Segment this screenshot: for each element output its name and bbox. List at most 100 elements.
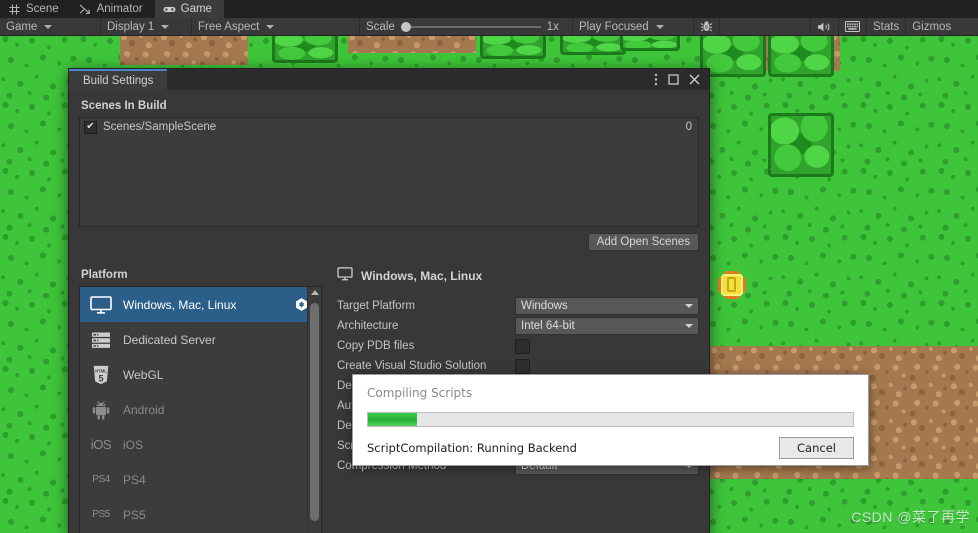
scale-slider-handle[interactable] bbox=[400, 21, 411, 32]
platform-label: Platform bbox=[81, 269, 128, 281]
window-controls bbox=[654, 69, 709, 90]
play-mode-label: Play Focused bbox=[579, 20, 649, 33]
platform-item-label: Android bbox=[123, 402, 165, 417]
bush-sprite bbox=[768, 35, 834, 77]
scroll-up-icon[interactable] bbox=[310, 290, 319, 295]
property-label: Copy PDB files bbox=[337, 340, 415, 352]
chevron-down-icon bbox=[44, 24, 53, 29]
tab-scene-label: Scene bbox=[26, 3, 59, 15]
bush-sprite bbox=[560, 35, 626, 55]
server-icon bbox=[89, 331, 113, 349]
platform-settings-title: Windows, Mac, Linux bbox=[361, 268, 483, 283]
tab-game[interactable]: Game bbox=[154, 0, 224, 18]
bug-icon bbox=[700, 20, 713, 33]
scale-slider-group[interactable]: Scale 1x bbox=[360, 18, 573, 35]
platform-item-label: WebGL bbox=[123, 367, 164, 382]
close-icon[interactable] bbox=[689, 74, 700, 85]
scale-label: Scale bbox=[366, 20, 395, 33]
architecture-dropdown[interactable]: Intel 64-bit bbox=[515, 317, 699, 335]
copy-pdb-files-checkbox[interactable] bbox=[515, 338, 530, 354]
debug-toggle[interactable] bbox=[694, 18, 720, 35]
stats-button[interactable]: Stats bbox=[867, 18, 907, 35]
game-view-toolbar: Game Display 1 Free Aspect Scale 1x Play… bbox=[0, 18, 978, 36]
android-icon bbox=[89, 400, 113, 420]
scale-value: 1x bbox=[546, 20, 559, 33]
play-mode-dropdown[interactable]: Play Focused bbox=[573, 18, 694, 35]
chevron-down-icon bbox=[685, 324, 693, 328]
property-row-copy-pdb-files: Copy PDB files bbox=[337, 336, 699, 356]
coin-sprite bbox=[718, 271, 746, 299]
bush-sprite bbox=[272, 35, 338, 63]
platform-item-webgl[interactable]: HTML 5 WebGL bbox=[80, 357, 321, 392]
add-open-scenes-row: Add Open Scenes bbox=[79, 233, 699, 251]
tab-animator[interactable]: Animator bbox=[70, 0, 155, 18]
property-label: Architecture bbox=[337, 320, 399, 332]
chevron-down-icon bbox=[655, 24, 664, 29]
platform-item-label: PS5 bbox=[123, 507, 146, 522]
gizmos-button[interactable]: Gizmos bbox=[906, 18, 957, 35]
scale-slider[interactable] bbox=[400, 21, 541, 32]
aspect-label: Free Aspect bbox=[198, 20, 260, 33]
tab-game-label: Game bbox=[180, 3, 212, 15]
platform-column: Platform Windows, Mac, Linux Dedicated S… bbox=[79, 267, 322, 533]
scenes-in-build-label: Scenes In Build bbox=[81, 100, 167, 112]
editor-tab-bar: Scene Animator Game bbox=[0, 0, 978, 18]
platform-item-dedicated-server[interactable]: Dedicated Server bbox=[80, 322, 321, 357]
toolbar-spacer bbox=[720, 18, 811, 35]
scene-list-item[interactable]: ✔ Scenes/SampleScene 0 bbox=[80, 118, 698, 136]
chevron-down-icon bbox=[685, 304, 693, 308]
tab-animator-label: Animator bbox=[96, 3, 143, 15]
build-settings-titlebar[interactable]: Build Settings bbox=[69, 69, 709, 90]
property-label: Create Visual Studio Solution bbox=[337, 360, 487, 372]
grid-overlay-icon bbox=[845, 21, 860, 32]
target-platform-value: Windows bbox=[521, 300, 568, 312]
platform-item-android[interactable]: Android bbox=[80, 392, 321, 427]
bush-sprite bbox=[620, 35, 680, 51]
dirt-path-left2 bbox=[348, 35, 476, 53]
compilation-progress-fill bbox=[368, 413, 417, 426]
build-settings-tab[interactable]: Build Settings bbox=[69, 69, 168, 90]
watermark-text: CSDN @菜了再学 bbox=[851, 509, 970, 525]
platform-item-ps4[interactable]: PS4 PS4 bbox=[80, 462, 321, 497]
platform-item-label: Dedicated Server bbox=[123, 332, 216, 347]
kebab-menu-icon[interactable] bbox=[654, 73, 658, 86]
view-mode-dropdown[interactable]: Game bbox=[0, 18, 101, 35]
cancel-button[interactable]: Cancel bbox=[779, 437, 854, 459]
platform-item-label: PS4 bbox=[123, 472, 146, 487]
scenes-in-build-list[interactable]: ✔ Scenes/SampleScene 0 bbox=[79, 117, 699, 227]
speaker-icon bbox=[817, 21, 832, 33]
platform-item-windows-mac-linux[interactable]: Windows, Mac, Linux bbox=[80, 287, 321, 322]
build-settings-body: Scenes In Build ✔ Scenes/SampleScene 0 A… bbox=[69, 90, 709, 533]
platform-item-ps5[interactable]: PS5 PS5 bbox=[80, 497, 321, 532]
compilation-progress-bar bbox=[367, 412, 854, 427]
create-vs-solution-checkbox[interactable] bbox=[515, 358, 530, 374]
aspect-dropdown[interactable]: Free Aspect bbox=[192, 18, 360, 35]
ps5-icon: PS5 bbox=[92, 509, 110, 520]
ios-icon: iOS bbox=[90, 437, 112, 452]
stats-overlay-toggle[interactable] bbox=[839, 18, 867, 35]
display-dropdown[interactable]: Display 1 bbox=[101, 18, 192, 35]
bush-sprite bbox=[480, 35, 546, 59]
compiling-scripts-dialog: Compiling Scripts ScriptCompilation: Run… bbox=[352, 374, 869, 466]
compilation-status-text: ScriptCompilation: Running Backend bbox=[367, 441, 577, 455]
target-platform-dropdown[interactable]: Windows bbox=[515, 297, 699, 315]
build-settings-title: Build Settings bbox=[83, 74, 154, 87]
platform-item-ios[interactable]: iOS iOS bbox=[80, 427, 321, 462]
view-mode-label: Game bbox=[6, 20, 38, 33]
dirt-path-left bbox=[120, 35, 248, 65]
scene-build-index: 0 bbox=[685, 121, 692, 133]
maximize-icon[interactable] bbox=[668, 74, 679, 85]
platform-settings-header: Windows, Mac, Linux bbox=[337, 267, 699, 284]
bush-sprite bbox=[768, 113, 834, 177]
compiling-dialog-footer: ScriptCompilation: Running Backend Cance… bbox=[367, 437, 854, 459]
property-label: Target Platform bbox=[337, 300, 415, 312]
tab-scene[interactable]: Scene bbox=[0, 0, 71, 18]
scrollbar-thumb[interactable] bbox=[310, 303, 319, 521]
scene-enabled-checkbox[interactable]: ✔ bbox=[84, 120, 97, 134]
platform-list-scrollbar[interactable] bbox=[307, 287, 321, 533]
platform-list[interactable]: Windows, Mac, Linux Dedicated Server HTM… bbox=[79, 286, 322, 533]
mute-audio-toggle[interactable] bbox=[811, 18, 839, 35]
svg-text:5: 5 bbox=[98, 373, 103, 383]
property-row-architecture: Architecture Intel 64-bit bbox=[337, 316, 699, 336]
add-open-scenes-button[interactable]: Add Open Scenes bbox=[587, 233, 699, 251]
